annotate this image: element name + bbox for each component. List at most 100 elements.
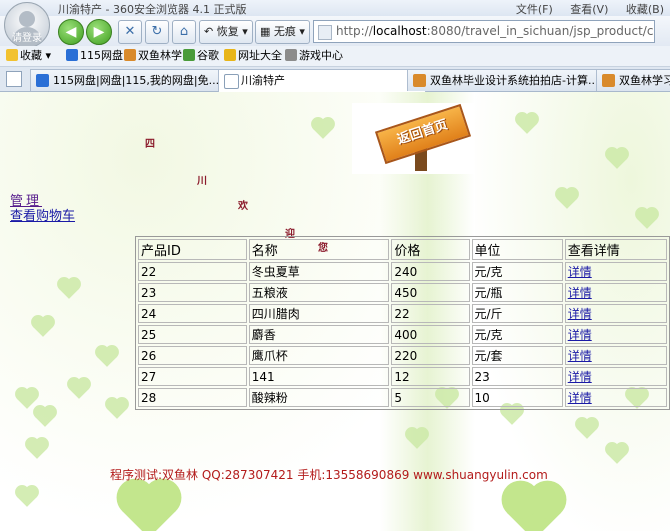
detail-link[interactable]: 详情 xyxy=(568,328,592,342)
table-row: 22 冬虫夏草 240 元/克 详情 xyxy=(138,262,667,281)
cell-detail: 详情 xyxy=(564,304,667,323)
window-title: 川渝特产 - 360安全浏览器 4.1 正式版 xyxy=(58,3,247,16)
stop-button[interactable]: ✕ xyxy=(118,20,142,44)
avatar[interactable]: 请登录 xyxy=(4,2,50,48)
menu-file[interactable]: 文件(F) xyxy=(516,3,553,16)
header-product-id: 产品ID xyxy=(138,239,247,260)
gamepad-icon xyxy=(285,49,297,61)
google-icon xyxy=(183,49,195,61)
page-icon xyxy=(318,25,332,40)
home-sign-button[interactable]: 返回首页 xyxy=(352,103,474,174)
fav-directory[interactable]: 网址大全 xyxy=(224,49,282,63)
detail-link[interactable]: 详情 xyxy=(568,391,592,405)
table-row: 25 麝香 400 元/克 详情 xyxy=(138,325,667,344)
refresh-button[interactable]: ↻ xyxy=(145,20,169,44)
netdisk-icon xyxy=(66,49,78,61)
detail-link[interactable]: 详情 xyxy=(568,349,592,363)
favorites-bar: 收藏 ▾ 115网盘 双鱼林学 谷歌 网址大全 游戏中心 xyxy=(0,46,670,67)
window-menu: 文件(F) 查看(V) 收藏(B) xyxy=(502,1,664,17)
site-icon xyxy=(413,74,426,87)
cell-detail: 详情 xyxy=(564,262,667,281)
fav-shuangyulin[interactable]: 双鱼林学 xyxy=(124,49,182,63)
star-icon xyxy=(6,49,18,61)
tab-115[interactable]: 115网盘|网盘|115,我的网盘|免... ✕ xyxy=(30,69,236,91)
table-header-row: 产品ID 名称 价格 单位 查看详情 xyxy=(138,239,667,260)
navigation-toolbar: ◀ ▶ ✕ ↻ ⌂ ↶ 恢复 ▾ ▦ 无痕 ▾ http://localhost… xyxy=(0,16,670,46)
cell-price: 22 xyxy=(391,304,470,323)
welcome-char: 您 xyxy=(318,243,328,254)
cell-id: 26 xyxy=(138,346,247,365)
favorites-menu[interactable]: 收藏 ▾ xyxy=(6,49,51,63)
cell-detail: 详情 xyxy=(564,367,667,386)
back-arrow-icon: ◀ xyxy=(65,24,77,40)
product-table: 产品ID 名称 价格 单位 查看详情 22 冬虫夏草 240 元/克 详情 23… xyxy=(135,236,670,410)
forward-arrow-icon: ▶ xyxy=(93,24,105,40)
cell-unit: 元/克 xyxy=(471,325,563,344)
cell-detail: 详情 xyxy=(564,283,667,302)
cell-id: 23 xyxy=(138,283,247,302)
tab-shop[interactable]: 双鱼林毕业设计系统拍拍店-计算... ✕ xyxy=(407,69,615,91)
title-bar: 川渝特产 - 360安全浏览器 4.1 正式版 文件(F) 查看(V) 收藏(B… xyxy=(0,0,670,16)
cell-unit: 23 xyxy=(471,367,563,386)
cell-detail: 详情 xyxy=(564,388,667,407)
menu-favorites[interactable]: 收藏(B) xyxy=(626,3,664,16)
cell-name: 四川腊肉 xyxy=(248,304,390,323)
detail-link[interactable]: 详情 xyxy=(568,265,592,279)
cell-price: 400 xyxy=(391,325,470,344)
cell-detail: 详情 xyxy=(564,325,667,344)
cell-name: 五粮液 xyxy=(248,283,390,302)
header-unit: 单位 xyxy=(471,239,563,260)
cell-price: 450 xyxy=(391,283,470,302)
restore-dropdown[interactable]: ↶ 恢复 ▾ xyxy=(199,20,253,44)
menu-view[interactable]: 查看(V) xyxy=(570,3,608,16)
cell-name: 141 xyxy=(248,367,390,386)
cell-name: 鹰爪杯 xyxy=(248,346,390,365)
refresh-icon: ↻ xyxy=(151,24,163,39)
tab-current[interactable]: 川渝特产 ✕ xyxy=(218,69,426,92)
table-row: 28 酸辣粉 5 10 详情 xyxy=(138,388,667,407)
incognito-dropdown[interactable]: ▦ 无痕 ▾ xyxy=(255,20,310,44)
cell-name: 麝香 xyxy=(248,325,390,344)
site-icon xyxy=(124,49,136,61)
page-icon xyxy=(224,74,239,89)
cell-id: 25 xyxy=(138,325,247,344)
cell-unit: 元/套 xyxy=(471,346,563,365)
cell-unit: 10 xyxy=(471,388,563,407)
table-row: 23 五粮液 450 元/瓶 详情 xyxy=(138,283,667,302)
welcome-char: 四 xyxy=(145,139,155,150)
site-icon xyxy=(602,74,615,87)
header-price: 价格 xyxy=(391,239,470,260)
table-row: 27 141 12 23 详情 xyxy=(138,367,667,386)
table-row: 24 四川腊肉 22 元/斤 详情 xyxy=(138,304,667,323)
home-icon: ⌂ xyxy=(179,24,189,39)
fav-games[interactable]: 游戏中心 xyxy=(285,49,343,63)
back-button[interactable]: ◀ xyxy=(58,19,84,45)
cell-name: 冬虫夏草 xyxy=(248,262,390,281)
tab-learning[interactable]: 双鱼林学习系 xyxy=(596,69,670,91)
cell-price: 12 xyxy=(391,367,470,386)
detail-link[interactable]: 详情 xyxy=(568,307,592,321)
header-details: 查看详情 xyxy=(564,239,667,260)
cell-id: 24 xyxy=(138,304,247,323)
cell-price: 220 xyxy=(391,346,470,365)
footer-contact: 程序测试:双鱼林 QQ:287307421 手机:13558690869 www… xyxy=(110,468,548,482)
globe-icon xyxy=(224,49,236,61)
page-content: 四 川 欢 迎 您 返回首页 管理 查看购物车 产品ID 名称 价格 单位 查看… xyxy=(0,92,670,531)
cell-id: 22 xyxy=(138,262,247,281)
detail-link[interactable]: 详情 xyxy=(568,370,592,384)
home-button[interactable]: ⌂ xyxy=(172,20,196,44)
login-label: 请登录 xyxy=(12,33,42,44)
cell-price: 240 xyxy=(391,262,470,281)
forward-button[interactable]: ▶ xyxy=(86,19,112,45)
netdisk-icon xyxy=(36,74,49,87)
cell-price: 5 xyxy=(391,388,470,407)
close-icon: ✕ xyxy=(124,24,136,39)
tab-overview-icon[interactable] xyxy=(6,71,22,87)
address-bar[interactable]: http://localhost:8080/travel_in_sichuan/… xyxy=(313,20,655,43)
fav-115[interactable]: 115网盘 xyxy=(66,49,123,63)
cell-unit: 元/斤 xyxy=(471,304,563,323)
user-head-icon xyxy=(19,11,35,27)
view-cart-link[interactable]: 查看购物车 xyxy=(10,205,75,224)
fav-google[interactable]: 谷歌 xyxy=(183,49,219,63)
detail-link[interactable]: 详情 xyxy=(568,286,592,300)
